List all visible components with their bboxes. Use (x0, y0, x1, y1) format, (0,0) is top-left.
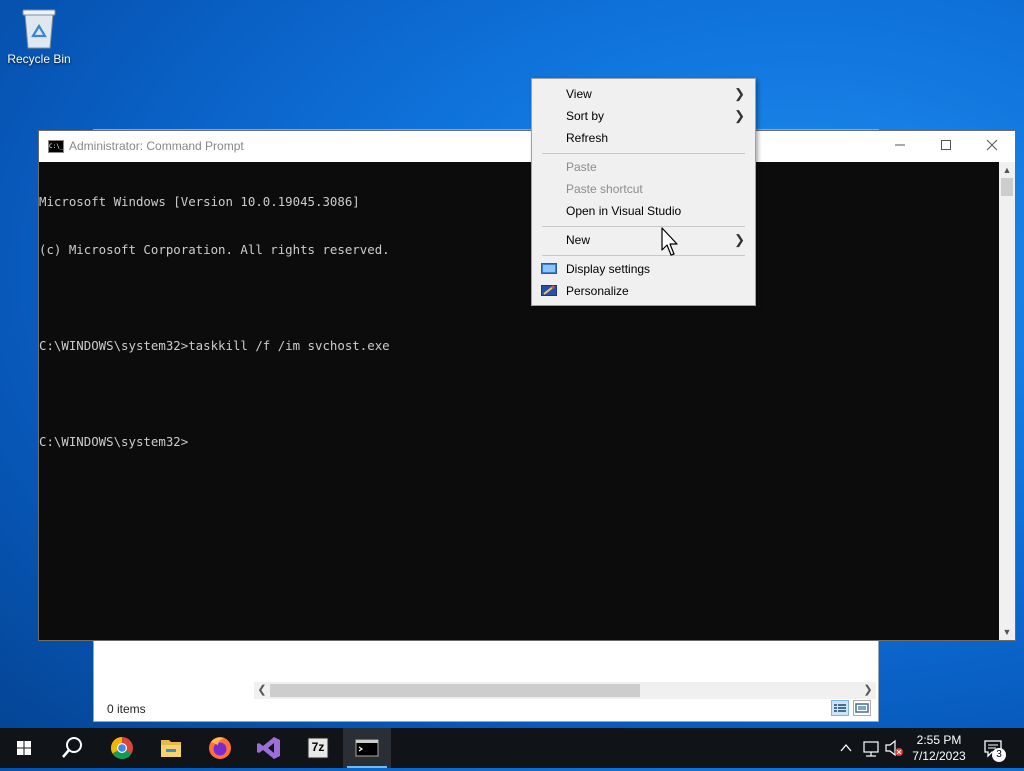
title-bar[interactable]: C:\_ Administrator: Command Prompt (39, 131, 1015, 162)
show-hidden-icons-button[interactable] (836, 728, 856, 768)
menu-item-new[interactable]: New ❯ (532, 229, 755, 251)
recycle-bin-shortcut[interactable]: Recycle Bin (4, 6, 74, 78)
menu-item-label: Personalize (566, 284, 629, 298)
taskbar-file-explorer[interactable] (147, 728, 195, 768)
menu-item-label: Refresh (566, 131, 609, 145)
menu-item-label: Display settings (566, 262, 651, 276)
volume-status[interactable] (883, 728, 905, 768)
scrollbar-thumb[interactable] (270, 684, 640, 697)
taskbar: 7z 2:55 PM 7/12/2023 (0, 728, 1024, 768)
menu-item-label: View (566, 87, 592, 101)
network-disconnected-icon (863, 741, 879, 757)
scroll-up-icon[interactable]: ▲ (999, 162, 1015, 178)
recycle-bin-icon (22, 9, 56, 49)
firefox-icon (209, 737, 231, 759)
chevron-right-icon: ❯ (734, 108, 745, 123)
menu-item-open-in-visual-studio[interactable]: Open in Visual Studio (532, 200, 755, 222)
desktop-context-menu: View ❯ Sort by ❯ Refresh Paste Paste sho… (531, 78, 756, 306)
clock-date: 7/12/2023 (912, 749, 966, 763)
item-count-status: 0 items (107, 702, 146, 716)
display-icon (541, 263, 557, 274)
minimize-button[interactable] (877, 131, 923, 162)
console-line: Microsoft Windows [Version 10.0.19045.30… (39, 194, 360, 209)
search-button[interactable] (48, 728, 96, 768)
scroll-left-icon[interactable]: ❮ (255, 683, 269, 698)
console-line: (c) Microsoft Corporation. All rights re… (39, 242, 390, 257)
close-button[interactable] (969, 131, 1015, 162)
taskbar-firefox[interactable] (196, 728, 244, 768)
maximize-button[interactable] (923, 131, 969, 162)
scroll-right-icon[interactable]: ❯ (861, 683, 875, 698)
clock-time: 2:55 PM (916, 733, 962, 747)
menu-item-view[interactable]: View ❯ (532, 83, 755, 105)
7zip-label: 7z (311, 740, 325, 754)
command-prompt-icon (355, 739, 379, 757)
maximize-icon (941, 140, 951, 150)
chevron-up-icon (840, 743, 852, 752)
personalize-icon (541, 285, 557, 296)
network-status[interactable] (860, 728, 882, 768)
chevron-right-icon: ❯ (734, 86, 745, 101)
horizontal-scrollbar[interactable]: ❮ ❯ (254, 682, 876, 699)
chevron-right-icon: ❯ (734, 232, 745, 247)
start-button[interactable] (0, 728, 48, 768)
taskbar-command-prompt[interactable] (343, 728, 391, 768)
menu-item-label: Paste (566, 160, 597, 174)
volume-muted-icon (885, 739, 903, 757)
menu-item-paste: Paste (532, 156, 755, 178)
vertical-scrollbar[interactable]: ▲ ▼ (999, 162, 1015, 640)
minimize-icon (895, 144, 905, 146)
mouse-cursor-icon (661, 227, 678, 256)
console-line: C:\WINDOWS\system32>taskkill /f /im svch… (39, 338, 390, 353)
command-prompt-window[interactable]: C:\_ Administrator: Command Prompt Micro… (38, 130, 1016, 641)
menu-item-paste-shortcut: Paste shortcut (532, 178, 755, 200)
taskbar-chrome[interactable] (98, 728, 146, 768)
console-output[interactable]: Microsoft Windows [Version 10.0.19045.30… (39, 162, 1001, 640)
menu-separator (542, 255, 745, 256)
menu-item-label: New (566, 233, 591, 247)
file-explorer-icon (161, 740, 181, 757)
taskbar-7zip[interactable]: 7z (294, 728, 342, 768)
notification-count-badge: 3 (992, 748, 1006, 762)
scrollbar-thumb[interactable] (1001, 178, 1013, 196)
menu-separator (542, 153, 745, 154)
taskbar-visual-studio[interactable] (245, 728, 293, 768)
window-title: Administrator: Command Prompt (69, 139, 244, 153)
menu-item-personalize[interactable]: Personalize (532, 280, 755, 302)
menu-item-label: Paste shortcut (566, 182, 643, 196)
command-prompt-icon: C:\_ (48, 140, 64, 153)
menu-item-label: Sort by (566, 109, 605, 123)
recycle-bin-label: Recycle Bin (7, 52, 71, 66)
large-icons-view-icon[interactable] (853, 700, 871, 716)
menu-item-refresh[interactable]: Refresh (532, 127, 755, 149)
menu-item-display-settings[interactable]: Display settings (532, 258, 755, 280)
system-clock[interactable]: 2:55 PM 7/12/2023 (905, 732, 973, 764)
menu-item-label: Open in Visual Studio (566, 204, 682, 218)
details-view-icon[interactable] (831, 700, 849, 716)
scroll-down-icon[interactable]: ▼ (999, 624, 1015, 640)
search-icon (62, 737, 82, 758)
menu-separator (542, 226, 745, 227)
visual-studio-icon (257, 737, 280, 759)
chrome-icon (111, 737, 133, 759)
menu-item-sort-by[interactable]: Sort by ❯ (532, 105, 755, 127)
close-icon (986, 139, 998, 151)
start-icon (17, 741, 31, 755)
console-prompt-line[interactable]: C:\WINDOWS\system32> (39, 434, 1001, 450)
